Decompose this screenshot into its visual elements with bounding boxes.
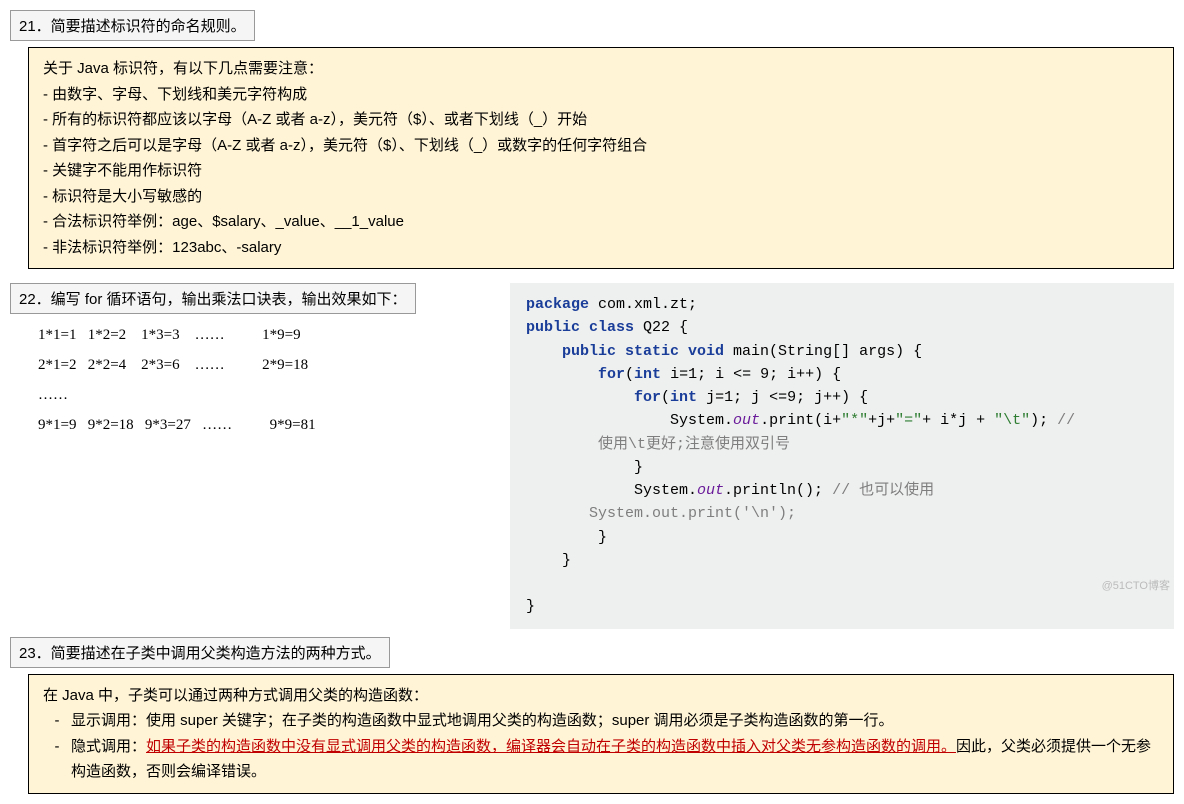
code-text: + i*j + <box>922 412 994 429</box>
code-text: j=1; j <=9; j++) { <box>697 389 868 406</box>
code-text: } <box>526 459 643 476</box>
q22-header: 22．编写 for 循环语句，输出乘法口诀表，输出效果如下： <box>10 283 416 314</box>
q23-b1-text: 显示调用：使用 super 关键字；在子类的构造函数中显式地调用父类的构造函数；… <box>71 708 1159 734</box>
code-comment: System.out.print('\n'); <box>589 505 796 522</box>
mult-row: 1*1=1 1*2=2 1*3=3 …… 1*9=9 <box>38 320 478 350</box>
code-text: } <box>526 529 607 546</box>
q21-intro: 关于 Java 标识符，有以下几点需要注意： <box>43 56 1159 82</box>
code-text: } <box>526 552 571 569</box>
code-comment: 使用\t更好;注意使用双引号 <box>598 436 790 453</box>
q23-intro: 在 Java 中，子类可以通过两种方式调用父类的构造函数： <box>43 683 1159 709</box>
code-kw: for <box>526 389 661 406</box>
q23-header: 23．简要描述在子类中调用父类构造方法的两种方式。 <box>10 637 390 668</box>
mult-table: 1*1=1 1*2=2 1*3=3 …… 1*9=9 2*1=2 2*2=4 2… <box>10 314 490 450</box>
q22-row: 22．编写 for 循环语句，输出乘法口诀表，输出效果如下： 1*1=1 1*2… <box>10 283 1174 629</box>
q23-answer: 在 Java 中，子类可以通过两种方式调用父类的构造函数： - 显示调用：使用 … <box>28 674 1174 794</box>
watermark: @51CTO博客 <box>1102 577 1170 593</box>
code-text: main(String[] args) { <box>724 343 922 360</box>
code-str: "=" <box>895 412 922 429</box>
code-comment: // <box>1057 412 1075 429</box>
q21-bullet: - 首字符之后可以是字母（A-Z 或者 a-z），美元符（$）、下划线（_）或数… <box>43 133 1159 159</box>
code-text: com.xml.zt; <box>589 296 697 313</box>
code-text: .print(i+ <box>760 412 841 429</box>
q23-b2-highlight: 如果子类的构造函数中没有显式调用父类的构造函数，编译器会自动在子类的构造函数中插… <box>146 738 956 755</box>
code-field: out <box>733 412 760 429</box>
code-text: +j+ <box>868 412 895 429</box>
code-text: System. <box>526 482 697 499</box>
code-text: System. <box>526 412 733 429</box>
q23-bullet: - 隐式调用：如果子类的构造函数中没有显式调用父类的构造函数，编译器会自动在子类… <box>43 734 1159 785</box>
code-kw: int <box>634 366 661 383</box>
mult-row: 9*1=9 9*2=18 9*3=27 …… 9*9=81 <box>38 410 478 440</box>
code-kw: public class <box>526 319 634 336</box>
code-kw: int <box>670 389 697 406</box>
q21-bullet: - 所有的标识符都应该以字母（A-Z 或者 a-z），美元符（$）、或者下划线（… <box>43 107 1159 133</box>
q23-bullet: - 显示调用：使用 super 关键字；在子类的构造函数中显式地调用父类的构造函… <box>43 708 1159 734</box>
code-field: out <box>697 482 724 499</box>
dash: - <box>43 708 71 734</box>
code-comment: // 也可以使用 <box>832 482 934 499</box>
code-kw: for <box>526 366 625 383</box>
q21-bullet: - 关键字不能用作标识符 <box>43 158 1159 184</box>
code-kw: public static void <box>526 343 724 360</box>
q21-bullet: - 标识符是大小写敏感的 <box>43 184 1159 210</box>
code-text: } <box>526 598 535 615</box>
q23-b2-pre: 隐式调用： <box>71 738 146 755</box>
code-text: ( <box>661 389 670 406</box>
q21-bullet: - 非法标识符举例：123abc、-salary <box>43 235 1159 261</box>
code-text: ); <box>1030 412 1057 429</box>
q22-code: package com.xml.zt; public class Q22 { p… <box>510 283 1174 629</box>
q21-bullet: - 合法标识符举例：age、$salary、_value、__1_value <box>43 209 1159 235</box>
mult-row: …… <box>38 380 478 410</box>
q22-left: 22．编写 for 循环语句，输出乘法口诀表，输出效果如下： 1*1=1 1*2… <box>10 283 490 450</box>
q21-bullet: - 由数字、字母、下划线和美元字符构成 <box>43 82 1159 108</box>
dash: - <box>43 734 71 785</box>
code-text: Q22 { <box>634 319 688 336</box>
code-str: "\t" <box>994 412 1030 429</box>
code-text: .println(); <box>724 482 832 499</box>
code-text: i=1; i <= 9; i++) { <box>661 366 841 383</box>
code-kw: package <box>526 296 589 313</box>
q21-answer: 关于 Java 标识符，有以下几点需要注意： - 由数字、字母、下划线和美元字符… <box>28 47 1174 269</box>
mult-row: 2*1=2 2*2=4 2*3=6 …… 2*9=18 <box>38 350 478 380</box>
q21-header: 21．简要描述标识符的命名规则。 <box>10 10 255 41</box>
q23-b2-text: 隐式调用：如果子类的构造函数中没有显式调用父类的构造函数，编译器会自动在子类的构… <box>71 734 1159 785</box>
code-text: ( <box>625 366 634 383</box>
code-str: "*" <box>841 412 868 429</box>
